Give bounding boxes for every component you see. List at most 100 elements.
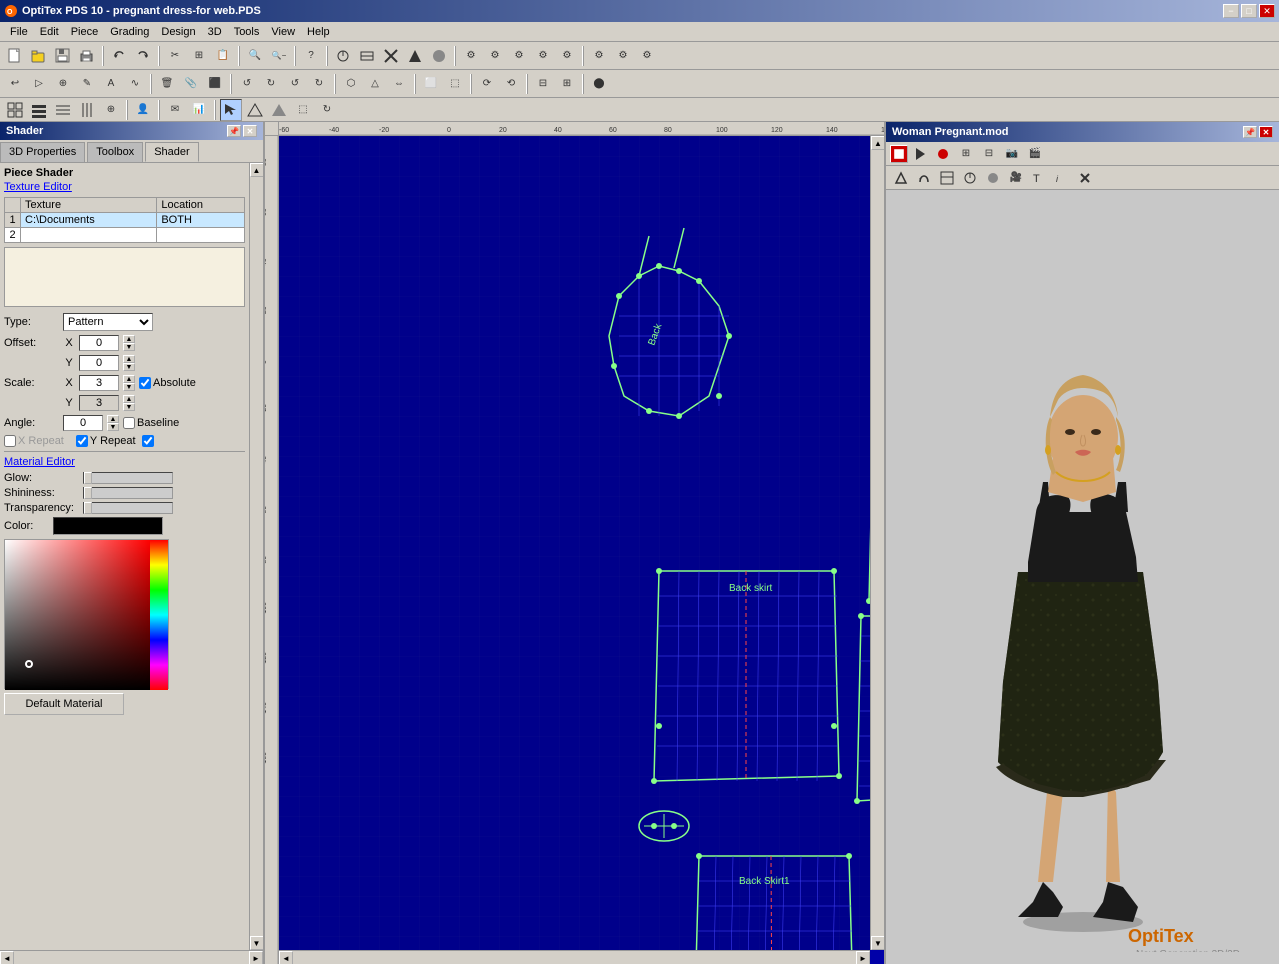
shader-pin-button[interactable]: 📌	[227, 125, 241, 137]
tb3-12[interactable]: ↻	[316, 99, 338, 121]
viewer-tb-6[interactable]: 📷	[1001, 143, 1023, 165]
color-picker-button[interactable]	[53, 517, 163, 535]
texture-row-2[interactable]: 2	[5, 228, 245, 243]
menu-3d[interactable]: 3D	[202, 24, 228, 40]
menu-grading[interactable]: Grading	[104, 24, 155, 40]
x-repeat-checkbox[interactable]	[4, 435, 16, 447]
scroll-up[interactable]: ▲	[250, 163, 264, 177]
tb2-20[interactable]: ⟲	[500, 73, 522, 95]
zoom-out[interactable]: 🔍−	[268, 45, 290, 67]
scale-x-up[interactable]: ▲	[123, 375, 135, 383]
scale-y-down[interactable]: ▼	[123, 403, 135, 411]
viewer-tb2-4[interactable]	[959, 167, 981, 189]
tb3-7[interactable]: ✉	[164, 99, 186, 121]
scale-y-input[interactable]	[79, 395, 119, 411]
menu-edit[interactable]: Edit	[34, 24, 65, 40]
viewer-tb2-2[interactable]	[913, 167, 935, 189]
tb2-6[interactable]: ∿	[124, 73, 146, 95]
tb3-4[interactable]	[76, 99, 98, 121]
tb2-21[interactable]: ⊟	[532, 73, 554, 95]
menu-file[interactable]: File	[4, 24, 34, 40]
small-piece[interactable]	[639, 811, 689, 841]
tb-extra-5[interactable]	[428, 45, 450, 67]
y-repeat-checkbox[interactable]	[76, 435, 88, 447]
tb-extra-4[interactable]	[404, 45, 426, 67]
shader-close-button[interactable]: ✕	[243, 125, 257, 137]
viewer-pin-button[interactable]: 📌	[1243, 126, 1257, 138]
viewer-tb-7[interactable]: 🎬	[1024, 143, 1046, 165]
tb2-22[interactable]: ⊞	[556, 73, 578, 95]
default-material-button[interactable]: Default Material	[4, 693, 124, 715]
tb2-19[interactable]: ⟳	[476, 73, 498, 95]
tb3-8[interactable]: 📊	[188, 99, 210, 121]
tb2-9[interactable]: ⬛	[204, 73, 226, 95]
tb3-3[interactable]	[52, 99, 74, 121]
tb3-1[interactable]	[4, 99, 26, 121]
transparency-slider[interactable]	[83, 502, 173, 514]
tb2-14[interactable]: ⬡	[340, 73, 362, 95]
open-button[interactable]	[28, 45, 50, 67]
tb2-3[interactable]: ⊕	[52, 73, 74, 95]
viewer-tb2-6[interactable]: 🎥	[1005, 167, 1027, 189]
texture-row-1[interactable]: 1 C:\Documents BOTH	[5, 213, 245, 228]
viewer-close-button[interactable]: ✕	[1259, 126, 1273, 138]
tb2-7[interactable]: 🗑	[156, 73, 178, 95]
tb2-2[interactable]: ▷	[28, 73, 50, 95]
texture-editor-link[interactable]: Texture Editor	[4, 181, 245, 193]
menu-help[interactable]: Help	[301, 24, 336, 40]
tb2-13[interactable]: ↻	[308, 73, 330, 95]
tb-extra-3[interactable]	[380, 45, 402, 67]
angle-up[interactable]: ▲	[107, 415, 119, 423]
viewer-tb2-8[interactable]: i	[1051, 167, 1073, 189]
offset-x-input[interactable]	[79, 335, 119, 351]
redo-button[interactable]	[132, 45, 154, 67]
offset-x-up[interactable]: ▲	[123, 335, 135, 343]
hscroll-right[interactable]: ►	[249, 951, 263, 964]
v-scroll-up-canvas[interactable]: ▲	[871, 136, 884, 150]
tb3-11[interactable]: ⬚	[292, 99, 314, 121]
v-scroll-track-canvas[interactable]	[871, 150, 884, 936]
tb-extra-12[interactable]: ⚙	[612, 45, 634, 67]
viewer-tb-4[interactable]: ⊞	[955, 143, 977, 165]
material-editor-link[interactable]: Material Editor	[4, 456, 245, 468]
tb2-16[interactable]: ⇔	[388, 73, 410, 95]
menu-design[interactable]: Design	[155, 24, 201, 40]
angle-down[interactable]: ▼	[107, 423, 119, 431]
offset-y-input[interactable]	[79, 355, 119, 371]
hscroll-track[interactable]	[14, 951, 249, 964]
menu-tools[interactable]: Tools	[228, 24, 266, 40]
tb2-15[interactable]: △	[364, 73, 386, 95]
viewer-tb-play[interactable]	[909, 143, 931, 165]
h-scroll-right[interactable]: ►	[856, 951, 870, 964]
tb3-9[interactable]	[244, 99, 266, 121]
menu-view[interactable]: View	[265, 24, 301, 40]
tb-extra-1[interactable]	[332, 45, 354, 67]
maximize-button[interactable]: □	[1241, 4, 1257, 18]
tb-extra-8[interactable]: ⚙	[508, 45, 530, 67]
tb2-1[interactable]: ↩	[4, 73, 26, 95]
viewer-tb-5[interactable]: ⊟	[978, 143, 1000, 165]
texture-path-2[interactable]	[21, 228, 157, 243]
undo-button[interactable]	[108, 45, 130, 67]
viewer-tb2-3[interactable]	[936, 167, 958, 189]
absolute-checkbox[interactable]	[139, 377, 151, 389]
hscroll-left[interactable]: ◄	[0, 951, 14, 964]
tab-3d-properties[interactable]: 3D Properties	[0, 142, 85, 162]
tb2-5[interactable]: A	[100, 73, 122, 95]
color-picker-area[interactable]	[4, 539, 169, 689]
tb3-5[interactable]: ⊕	[100, 99, 122, 121]
tb-extra-9[interactable]: ⚙	[532, 45, 554, 67]
copy-button[interactable]: ⊞	[188, 45, 210, 67]
offset-y-up[interactable]: ▲	[123, 355, 135, 363]
texture-loc-1[interactable]: BOTH	[157, 213, 245, 228]
paste-button[interactable]: 📋	[212, 45, 234, 67]
tb-extra-10[interactable]: ⚙	[556, 45, 578, 67]
tb2-12[interactable]: ↺	[284, 73, 306, 95]
tb-extra-7[interactable]: ⚙	[484, 45, 506, 67]
offset-x-down[interactable]: ▼	[123, 343, 135, 351]
v-scroll-down-canvas[interactable]: ▼	[871, 936, 884, 950]
tb-extra-6[interactable]: ⚙	[460, 45, 482, 67]
scroll-down[interactable]: ▼	[250, 936, 264, 950]
viewer-tb2-9[interactable]	[1074, 167, 1096, 189]
glow-slider[interactable]	[83, 472, 173, 484]
